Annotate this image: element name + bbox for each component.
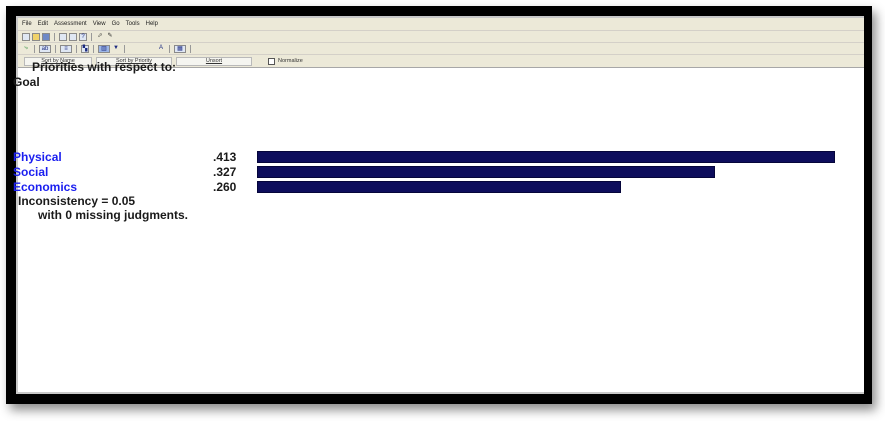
toolbar-separator [55, 44, 56, 53]
new-icon[interactable] [22, 32, 30, 41]
menu-help[interactable]: Help [146, 21, 158, 27]
priority-value-social: .327 [213, 165, 237, 179]
cursor-icon[interactable]: ⬀ [96, 33, 104, 41]
toolbar-separator [93, 44, 94, 53]
menu-edit[interactable]: Edit [38, 21, 48, 27]
menu-view[interactable]: View [93, 21, 106, 27]
priorities-heading: Priorities with respect to: [32, 60, 177, 74]
abc-icon[interactable]: ab [39, 44, 51, 53]
font-icon[interactable]: A [157, 45, 165, 53]
graph-icon[interactable]: ✎ [106, 33, 114, 41]
toolbar-separator [34, 44, 35, 53]
toolbar-separator [76, 44, 77, 53]
toolbar-separator [169, 44, 170, 53]
inconsistency-text: Inconsistency = 0.05 [18, 194, 136, 208]
priority-value-physical: .413 [213, 150, 237, 164]
save-icon[interactable] [42, 32, 50, 41]
toolbar-separator [190, 44, 191, 53]
priority-value-economics: .260 [213, 180, 237, 194]
menu-assessment[interactable]: Assessment [54, 21, 87, 27]
menu-tools[interactable]: Tools [126, 21, 140, 27]
print-icon[interactable] [59, 32, 67, 41]
toolbar-separator [54, 32, 55, 41]
missing-judgments-text: with 0 missing judgments. [38, 208, 189, 222]
sensitivity-icon[interactable]: ▚ [81, 44, 89, 53]
priority-bar-physical [257, 151, 835, 163]
normalize-checkbox[interactable] [268, 57, 275, 65]
normalize-label: Normalize [278, 58, 303, 64]
open-icon[interactable] [32, 32, 40, 41]
priority-label-economics: Economics [13, 180, 78, 194]
menu-bar: File Edit Assessment View Go Tools Help [18, 18, 864, 31]
menu-go[interactable]: Go [112, 21, 120, 27]
nodes-icon[interactable]: ⤷ [22, 45, 30, 53]
help-icon[interactable]: ? [79, 32, 87, 41]
toolbar-separator [124, 44, 125, 53]
priority-label-social: Social [13, 165, 49, 179]
filter-icon[interactable]: ▥ [98, 44, 110, 53]
window-bottom-border [18, 392, 864, 394]
compare-icon[interactable]: ≡ [60, 44, 72, 53]
priority-bar-economics [257, 181, 621, 193]
toolbar-row-1: ? ⬀ ✎ [18, 31, 864, 43]
grid-icon[interactable]: ▦ [174, 44, 186, 53]
preview-icon[interactable] [69, 32, 77, 41]
unsort-button[interactable]: Unsort [176, 56, 252, 66]
priority-bar-social [257, 166, 715, 178]
toolbar-row-2: ⤷ ab ≡ ▚ ▥ ▼ A ▦ [18, 43, 864, 55]
menu-file[interactable]: File [22, 21, 32, 27]
priority-label-physical: Physical [13, 150, 62, 164]
toolbar-separator [91, 32, 92, 41]
funnel-icon[interactable]: ▼ [112, 45, 120, 53]
goal-heading: Goal [13, 75, 40, 89]
